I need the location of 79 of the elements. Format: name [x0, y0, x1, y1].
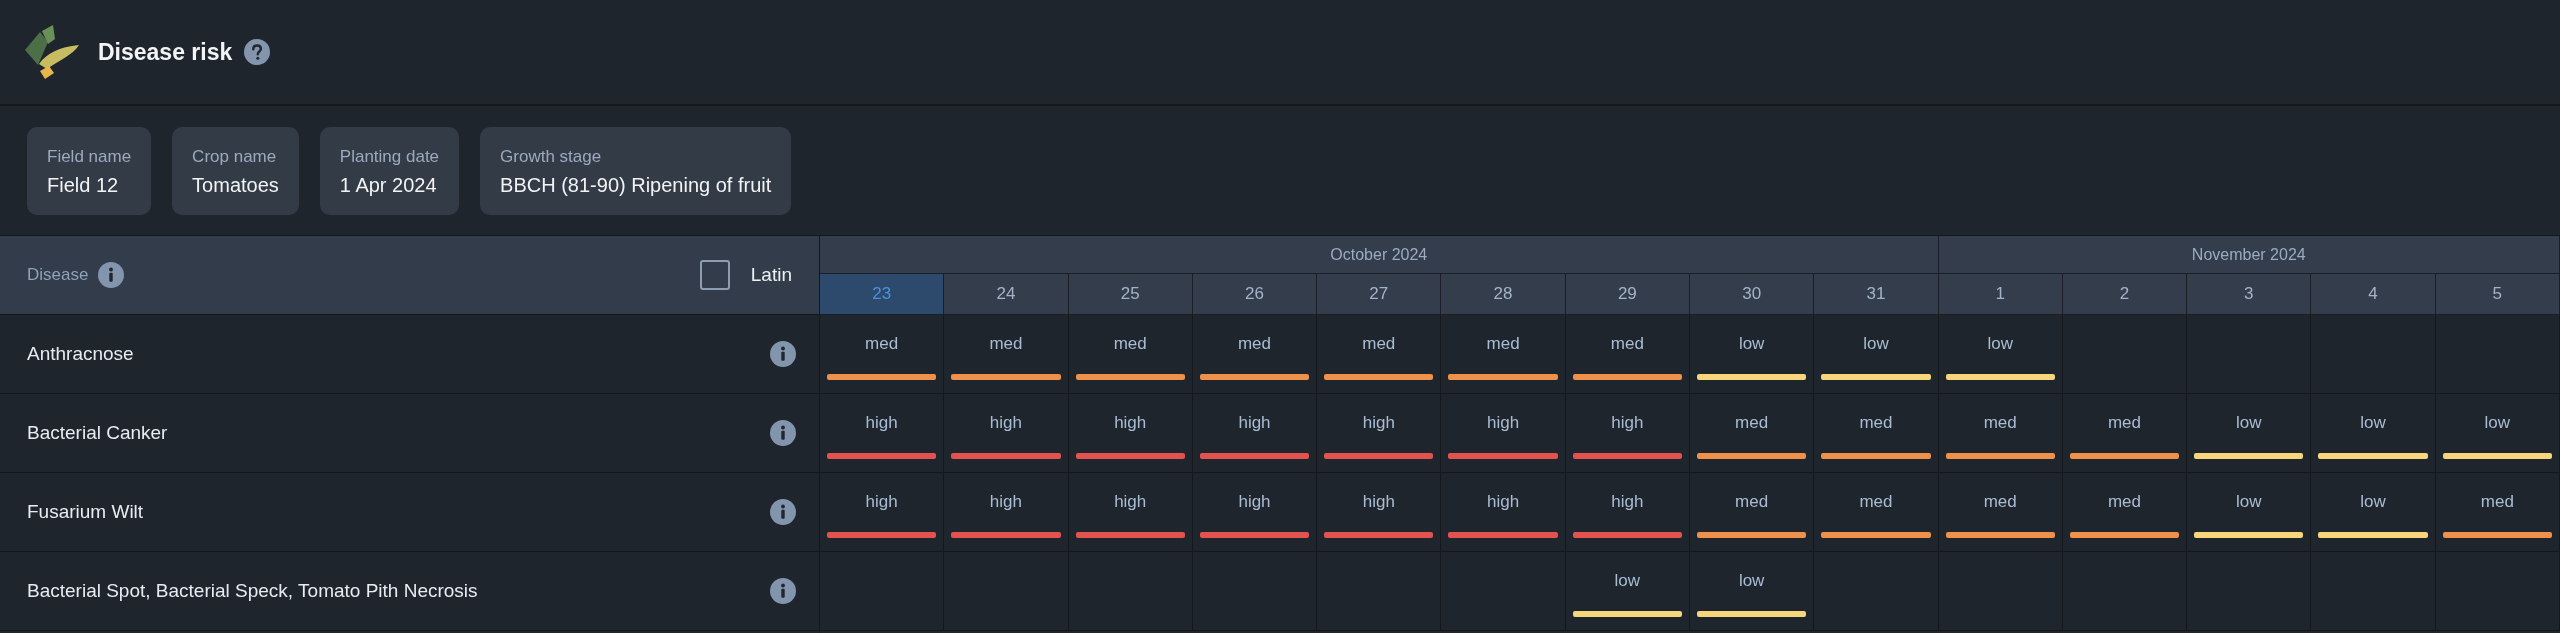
- day-header[interactable]: 4: [2311, 274, 2436, 315]
- day-header[interactable]: 26: [1192, 274, 1318, 315]
- risk-label: med: [1486, 333, 1520, 355]
- risk-label: med: [1237, 333, 1272, 355]
- disease-name: Bacterial Spot, Bacterial Speck, Tomato Pith Necrosis: [27, 578, 479, 603]
- field-label: Field name: [47, 145, 132, 168]
- day-header[interactable]: 29: [1565, 274, 1690, 315]
- risk-label: high: [1238, 412, 1271, 434]
- day-header[interactable]: 23: [820, 274, 945, 315]
- column-label: Disease: [27, 264, 89, 287]
- risk-label: low: [1614, 570, 1641, 592]
- risk-label: low: [1738, 333, 1765, 355]
- field-label: Growth stage: [500, 145, 603, 168]
- day-header[interactable]: 25: [1068, 274, 1193, 315]
- checkbox-label[interactable]: Latin: [750, 260, 792, 290]
- risk-label: med: [865, 333, 899, 355]
- risk-label: high: [1487, 412, 1520, 434]
- risk-label: low: [1987, 333, 2013, 355]
- risk-label: med: [1610, 333, 1644, 355]
- risk-label: low: [1738, 570, 1765, 592]
- risk-label: med: [1735, 491, 1769, 513]
- month-header: November 2024: [1938, 236, 2560, 274]
- risk-label: low: [2360, 491, 2386, 513]
- risk-label: high: [1362, 491, 1395, 513]
- info-icon[interactable]: [770, 499, 796, 525]
- field-value: 1 Apr 2024: [339, 172, 438, 197]
- risk-label: low: [2236, 412, 2262, 434]
- risk-label: med: [1859, 491, 1893, 513]
- day-header[interactable]: 30: [1690, 274, 1815, 315]
- risk-label: low: [2484, 412, 2511, 434]
- day-header[interactable]: 28: [1441, 274, 1566, 315]
- risk-label: med: [2107, 491, 2142, 513]
- month-header: October 2024: [820, 236, 1939, 274]
- risk-label: med: [2480, 491, 2514, 513]
- field-value: Field 12: [47, 172, 120, 197]
- risk-label: low: [2236, 491, 2262, 513]
- disease-name: Fusarium Wilt: [27, 499, 145, 524]
- risk-label: high: [1611, 491, 1644, 513]
- day-header[interactable]: 2: [2062, 274, 2188, 315]
- field-value: BBCH (81-90) Ripening of fruit: [500, 172, 772, 197]
- day-header[interactable]: 1: [1938, 274, 2063, 315]
- info-icon[interactable]: [770, 420, 796, 446]
- risk-label: med: [1859, 412, 1893, 434]
- field-label: Crop name: [192, 145, 278, 168]
- risk-label: high: [1114, 412, 1147, 434]
- disease-name: Anthracnose: [27, 341, 135, 366]
- risk-label: high: [865, 491, 898, 513]
- risk-label: med: [1735, 412, 1769, 434]
- day-header[interactable]: 5: [2435, 274, 2560, 315]
- risk-label: med: [1983, 491, 2017, 513]
- page-title: Disease risk: [98, 37, 233, 67]
- risk-label: low: [2360, 412, 2386, 434]
- help-icon[interactable]: [244, 39, 271, 65]
- risk-label: high: [1238, 491, 1271, 513]
- disease-name: Bacterial Canker: [27, 420, 169, 445]
- info-icon[interactable]: [770, 341, 796, 367]
- info-icon[interactable]: [98, 262, 125, 288]
- field-label: Planting date: [339, 145, 440, 168]
- risk-label: low: [1863, 333, 1889, 355]
- day-header[interactable]: 3: [2187, 274, 2312, 315]
- risk-label: med: [1983, 412, 2017, 434]
- latin-checkbox[interactable]: [699, 260, 730, 290]
- risk-label: high: [989, 491, 1022, 513]
- risk-label: med: [1113, 333, 1147, 355]
- day-header[interactable]: 24: [944, 274, 1069, 315]
- risk-label: med: [1362, 333, 1396, 355]
- risk-label: high: [1362, 412, 1395, 434]
- day-header[interactable]: 31: [1814, 274, 1939, 315]
- risk-label: med: [989, 333, 1023, 355]
- logo-icon: [25, 25, 79, 79]
- field-value: Tomatoes: [192, 172, 279, 197]
- day-header[interactable]: 27: [1317, 274, 1442, 315]
- risk-label: med: [2107, 412, 2142, 434]
- risk-label: high: [1611, 412, 1644, 434]
- risk-label: high: [1487, 491, 1520, 513]
- risk-label: high: [1114, 491, 1147, 513]
- info-icon[interactable]: [770, 578, 796, 604]
- risk-label: high: [989, 412, 1022, 434]
- risk-label: high: [865, 412, 898, 434]
